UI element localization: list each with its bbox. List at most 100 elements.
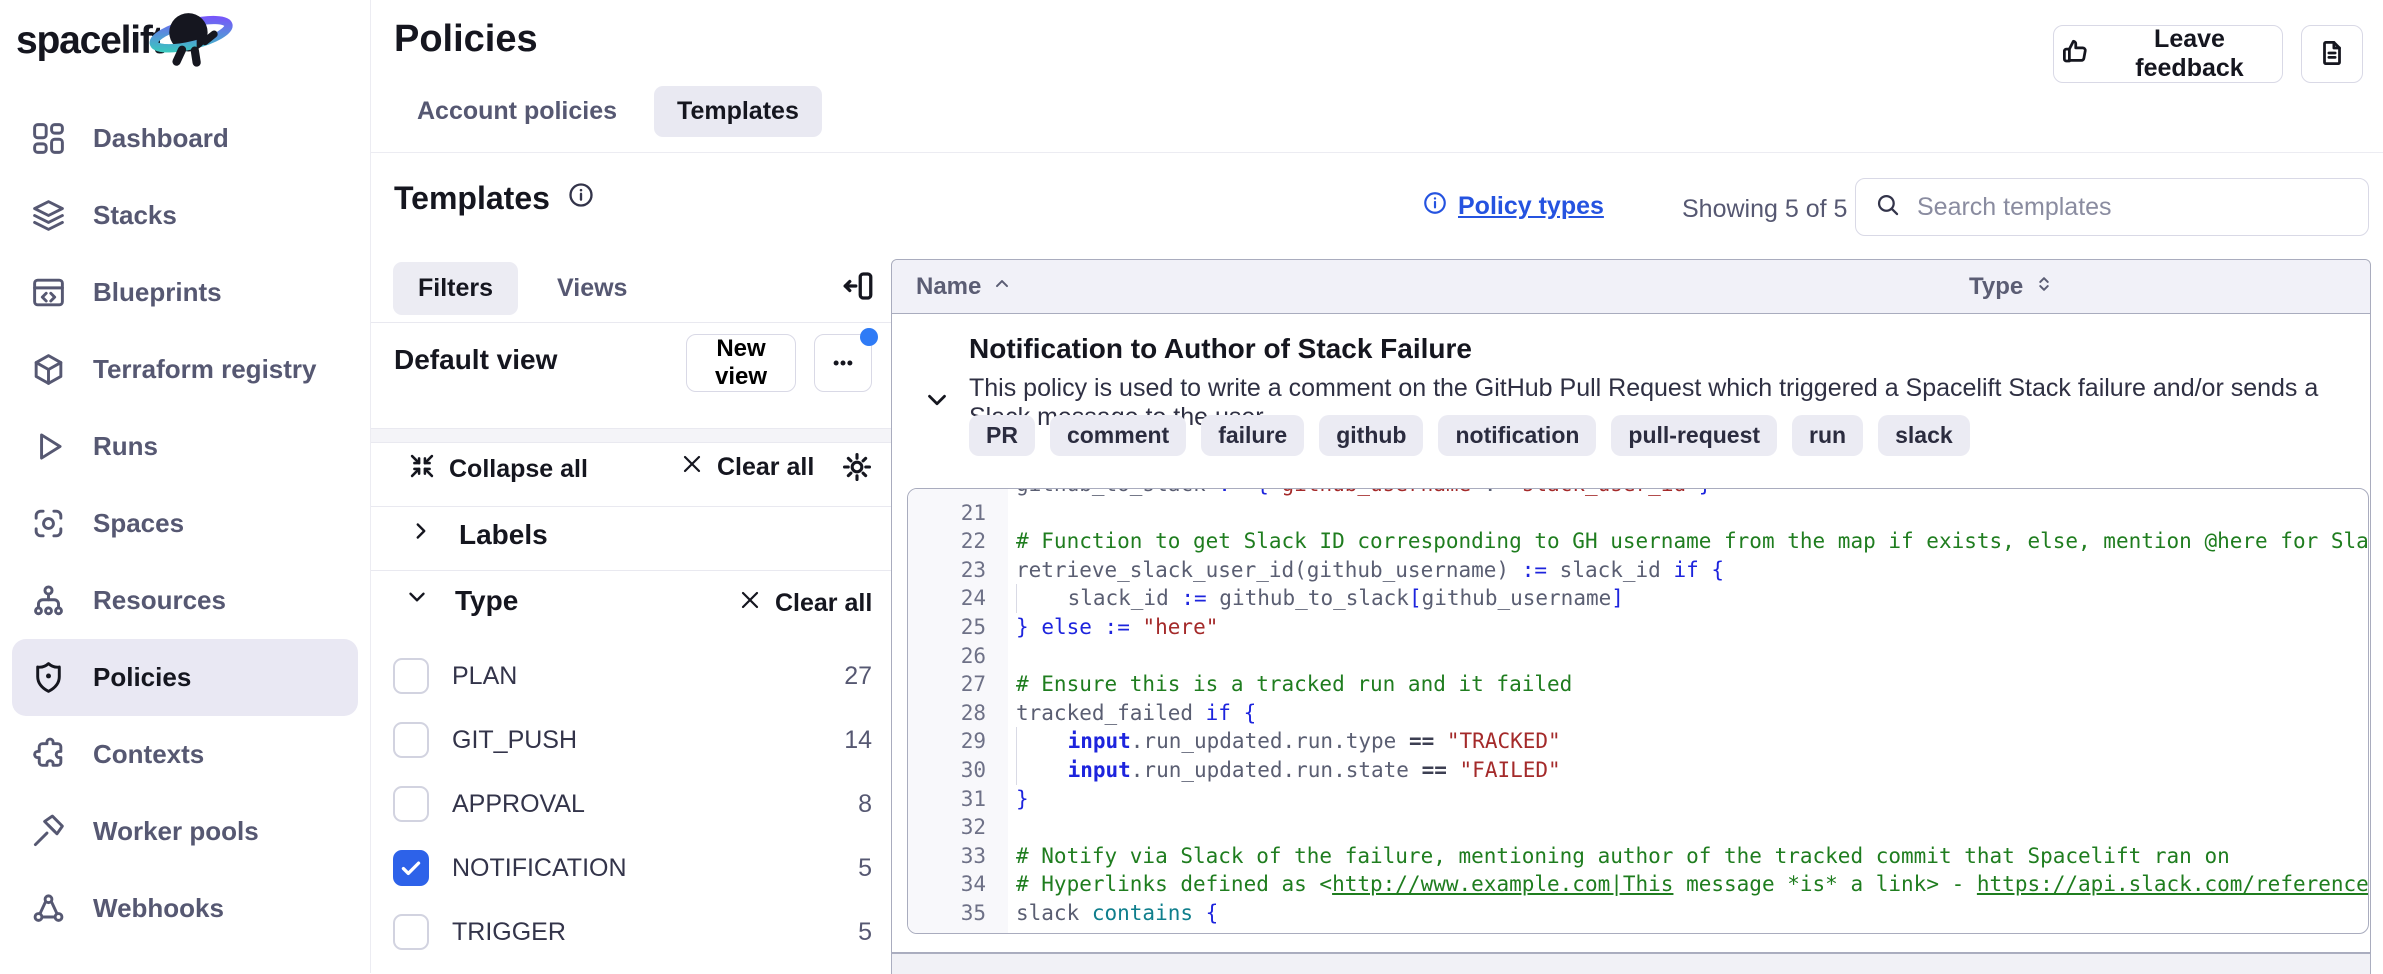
sidebar-item-dashboard[interactable]: Dashboard (12, 100, 358, 177)
code-line: 28tracked_failed if { (908, 699, 2368, 728)
sidebar-item-label: Dashboard (93, 123, 229, 154)
sidebar-item-runs[interactable]: Runs (12, 408, 358, 485)
sidebar-item-label: Contexts (93, 739, 204, 770)
info-icon[interactable] (567, 180, 595, 217)
code-line: 32 (908, 813, 2368, 842)
sidebar-item-webhooks[interactable]: Webhooks (12, 870, 358, 947)
spacelift-logo-text: spacelift (16, 9, 163, 73)
sidebar-item-label: Worker pools (93, 816, 259, 847)
divider (371, 506, 891, 507)
tab-views[interactable]: Views (532, 262, 652, 315)
filter-option-count: 27 (844, 662, 872, 691)
sidebar-item-label: Runs (93, 431, 158, 462)
resources-icon (30, 582, 67, 619)
tag-failure[interactable]: failure (1201, 415, 1304, 456)
notification-dot (860, 328, 878, 346)
divider (371, 570, 891, 571)
code-line: 30input.run_updated.run.state == "FAILED… (908, 756, 2368, 785)
line-number (908, 488, 1008, 499)
checkbox-unchecked[interactable] (393, 722, 429, 758)
tab-account-policies[interactable]: Account policies (394, 86, 640, 137)
collapse-panel-icon[interactable] (840, 268, 876, 304)
policies-tabs: Account policies Templates (394, 86, 822, 137)
sidebar-item-partial[interactable] (12, 947, 358, 973)
code-line: github_to_slack := {"github_username": "… (908, 488, 2368, 499)
filter-option-approval[interactable]: APPROVAL8 (393, 772, 872, 836)
blueprints-icon (30, 274, 67, 311)
close-icon (680, 452, 704, 483)
gear-icon[interactable] (840, 450, 876, 486)
tag-notification[interactable]: notification (1438, 415, 1596, 456)
code-lines: github_to_slack := {"github_username": "… (908, 488, 2368, 934)
line-number: 30 (908, 756, 1008, 785)
tag-comment[interactable]: comment (1050, 415, 1186, 456)
next-row-partial (891, 953, 2371, 974)
sidebar-item-terraform-registry[interactable]: Terraform registry (12, 331, 358, 408)
line-number: 33 (908, 842, 1008, 871)
sidebar-item-blueprints[interactable]: Blueprints (12, 254, 358, 331)
type-section-title: Type (455, 585, 518, 617)
sidebar-item-policies[interactable]: Policies (12, 639, 358, 716)
filter-section-type[interactable]: Type (404, 584, 518, 617)
checkbox-checked[interactable] (393, 850, 429, 886)
spacelift-logo[interactable]: spacelift (16, 4, 237, 73)
policy-types-link[interactable]: Policy types (1422, 190, 1604, 223)
column-header-type[interactable]: Type (1969, 273, 2054, 301)
spacelift-planet-icon (149, 4, 237, 73)
checkbox-unchecked[interactable] (393, 658, 429, 694)
checkbox-unchecked[interactable] (393, 914, 429, 950)
policies-icon (30, 659, 67, 696)
filter-section-labels[interactable]: Labels (408, 518, 548, 551)
showing-count: Showing 5 of 5 (1682, 195, 1847, 224)
policy-code-block: github_to_slack := {"github_username": "… (907, 488, 2369, 934)
line-number: 28 (908, 699, 1008, 728)
tag-github[interactable]: github (1319, 415, 1423, 456)
sidebar-item-label: Blueprints (93, 277, 222, 308)
documentation-button[interactable] (2301, 25, 2363, 83)
sidebar-item-label: Spaces (93, 508, 184, 539)
filter-option-trigger[interactable]: TRIGGER5 (393, 900, 872, 964)
divider (371, 322, 891, 323)
sidebar-item-worker-pools[interactable]: Worker pools (12, 793, 358, 870)
sort-both-icon (2034, 273, 2054, 301)
search-input[interactable] (1915, 192, 2350, 223)
filter-option-label: GIT_PUSH (452, 726, 577, 755)
filter-option-git_push[interactable]: GIT_PUSH14 (393, 708, 872, 772)
tab-templates[interactable]: Templates (654, 86, 822, 137)
templates-heading-row: Templates (394, 180, 595, 217)
line-number: 24 (908, 584, 1008, 613)
line-number: 21 (908, 499, 1008, 528)
column-header-name[interactable]: Name (916, 273, 1012, 301)
code-line: 35slack contains { (908, 899, 2368, 928)
templates-heading: Templates (394, 180, 550, 217)
new-view-button[interactable]: New view (686, 334, 796, 392)
tag-slack[interactable]: slack (1878, 415, 1970, 456)
collapse-all-label: Collapse all (449, 455, 588, 484)
tag-run[interactable]: run (1792, 415, 1863, 456)
registry-icon (30, 351, 67, 388)
filter-option-label: TRIGGER (452, 918, 566, 947)
filter-option-plan[interactable]: PLAN27 (393, 644, 872, 708)
code-line: 24slack_id := github_to_slack[github_use… (908, 584, 2368, 613)
sidebar-item-contexts[interactable]: Contexts (12, 716, 358, 793)
tab-filters[interactable]: Filters (393, 262, 518, 315)
view-more-button[interactable] (814, 334, 872, 392)
row-expand-chevron[interactable] (922, 385, 952, 415)
code-line: 27# Ensure this is a tracked run and it … (908, 670, 2368, 699)
filter-option-notification[interactable]: NOTIFICATION5 (393, 836, 872, 900)
sidebar-item-spaces[interactable]: Spaces (12, 485, 358, 562)
sidebar-item-resources[interactable]: Resources (12, 562, 358, 639)
sidebar-item-stacks[interactable]: Stacks (12, 177, 358, 254)
collapse-all-button[interactable]: Collapse all (408, 452, 588, 487)
info-circle-icon (1422, 190, 1448, 223)
tag-pull-request[interactable]: pull-request (1611, 415, 1777, 456)
clear-all-button[interactable]: Clear all (680, 452, 814, 483)
tag-pr[interactable]: PR (969, 415, 1035, 456)
sidebar-nav: Dashboard Stacks Blueprints Terraform regis… (0, 100, 370, 973)
policy-title[interactable]: Notification to Author of Stack Failure (969, 333, 1472, 365)
leave-feedback-button[interactable]: Leave feedback (2053, 25, 2283, 83)
type-clear-all-button[interactable]: Clear all (738, 588, 872, 619)
checkbox-unchecked[interactable] (393, 786, 429, 822)
code-line: 23retrieve_slack_user_id(github_username… (908, 556, 2368, 585)
filter-option-count: 5 (858, 854, 872, 883)
